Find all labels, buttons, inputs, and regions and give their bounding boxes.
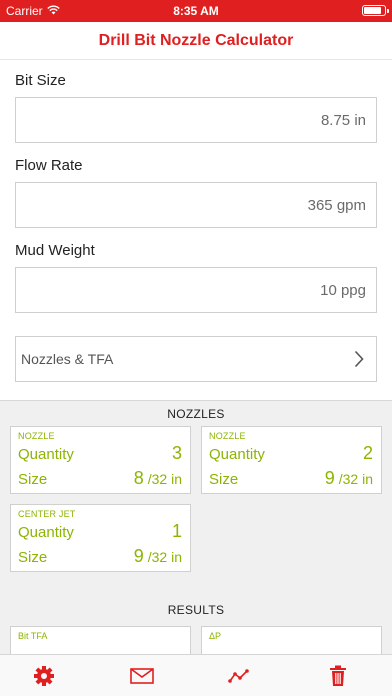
size-unit: /32 in <box>147 471 182 487</box>
size-label: Size <box>18 549 48 566</box>
pressure-drop-label: ΔP <box>209 631 222 641</box>
flow-rate-label: Flow Rate <box>15 157 83 174</box>
nozzles-tfa-label: Nozzles & TFA <box>21 351 114 367</box>
quantity-label: Quantity <box>18 524 74 541</box>
bit-size-field-box <box>15 97 377 143</box>
flow-rate-input[interactable] <box>16 183 376 227</box>
gear-icon[interactable] <box>31 663 57 689</box>
nozzles-section-title: NOZZLES <box>167 407 225 421</box>
page-title: Drill Bit Nozzle Calculator <box>98 32 294 49</box>
quantity-value[interactable]: 2 <box>363 443 373 464</box>
trash-icon[interactable] <box>325 663 351 689</box>
quantity-label: Quantity <box>18 446 74 463</box>
nozzle-card[interactable]: NOZZLE Quantity 3 Size 8/32 in <box>10 426 191 494</box>
center-jet-card-title: CENTER JET <box>18 509 76 519</box>
nozzles-results-panel: NOZZLES NOZZLE Quantity 3 Size 8/32 in N… <box>0 400 392 666</box>
status-time: 8:35 AM <box>173 4 219 18</box>
battery-icon <box>362 5 389 16</box>
status-bar: Carrier 8:35 AM <box>0 0 392 22</box>
size-label: Size <box>209 471 239 488</box>
nozzle-card-title: NOZZLE <box>18 431 55 441</box>
size-value-group[interactable]: 9/32 in <box>325 468 373 489</box>
size-unit: /32 in <box>147 549 182 565</box>
size-value: 8 <box>133 468 144 488</box>
quantity-value[interactable]: 1 <box>172 521 182 542</box>
chart-icon[interactable] <box>226 663 252 689</box>
quantity-value[interactable]: 3 <box>172 443 182 464</box>
bit-tfa-label: Bit TFA <box>18 631 48 641</box>
center-jet-card[interactable]: CENTER JET Quantity 1 Size 9/32 in <box>10 504 191 572</box>
results-section-title: RESULTS <box>167 603 225 617</box>
size-value-group[interactable]: 8/32 in <box>134 468 182 489</box>
flow-rate-field-box <box>15 182 377 228</box>
mud-weight-input[interactable] <box>16 268 376 312</box>
size-value-group[interactable]: 9/32 in <box>134 546 182 567</box>
size-value: 9 <box>324 468 335 488</box>
chevron-right-icon <box>354 350 364 371</box>
nozzle-card-title: NOZZLE <box>209 431 246 441</box>
mud-weight-label: Mud Weight <box>15 242 95 259</box>
bit-size-input[interactable] <box>16 98 376 142</box>
nozzle-card[interactable]: NOZZLE Quantity 2 Size 9/32 in <box>201 426 382 494</box>
size-value: 9 <box>133 546 144 566</box>
size-unit: /32 in <box>338 471 373 487</box>
mail-icon[interactable] <box>129 663 155 689</box>
mud-weight-field-box <box>15 267 377 313</box>
bottom-toolbar <box>0 654 392 696</box>
bit-size-label: Bit Size <box>15 72 66 89</box>
nav-bar: Drill Bit Nozzle Calculator <box>0 22 392 60</box>
quantity-label: Quantity <box>209 446 265 463</box>
size-label: Size <box>18 471 48 488</box>
nozzles-tfa-row[interactable]: Nozzles & TFA <box>15 336 377 382</box>
